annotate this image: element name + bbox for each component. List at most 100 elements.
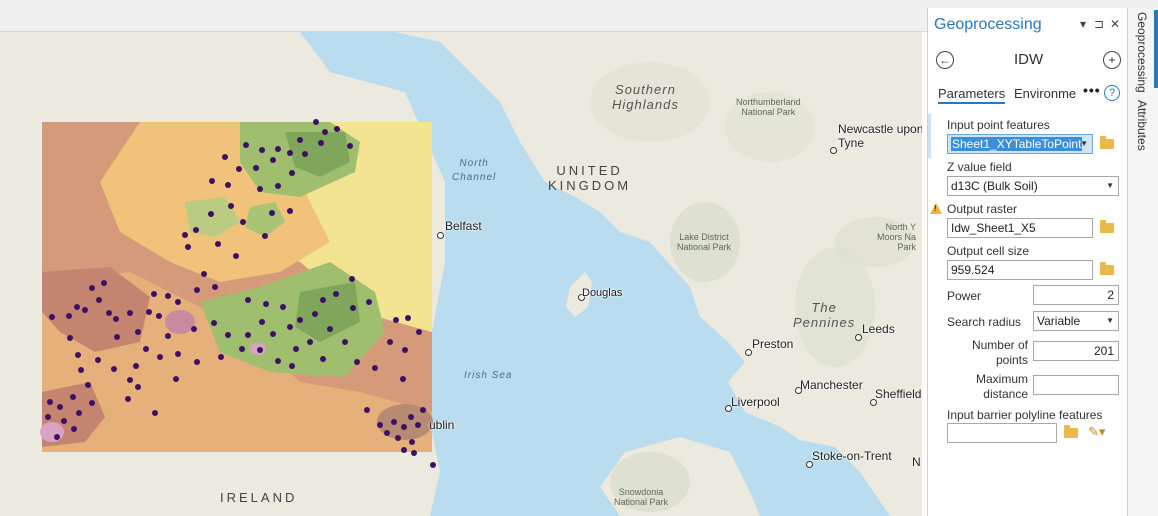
- label-stoke: Stoke-on-Trent: [812, 449, 892, 463]
- browse-folder-icon[interactable]: [1100, 136, 1114, 149]
- label-southern-highlands-line1: Southern: [615, 82, 676, 97]
- number-of-points-label: Number of points: [964, 338, 1028, 368]
- power-label: Power: [947, 289, 982, 303]
- maximum-distance-input[interactable]: [1033, 375, 1119, 395]
- label-snowdonia-line2: National Park: [614, 497, 669, 507]
- browse-folder-icon[interactable]: [1100, 262, 1114, 275]
- label-leeds: Leeds: [862, 322, 895, 336]
- label-north-york-line3: Park: [897, 242, 917, 252]
- label-north-york-moors: North Y Moors Na Park: [877, 222, 916, 252]
- label-n-partial: N: [912, 455, 921, 469]
- input-barrier-input[interactable]: [947, 423, 1057, 443]
- more-options-icon[interactable]: •••: [1083, 82, 1101, 98]
- dock-tab-attributes[interactable]: Attributes: [1135, 100, 1149, 151]
- label-north-york-line2: Moors Na: [877, 232, 917, 242]
- search-radius-label: Search radius: [947, 315, 1022, 329]
- label-liverpool: Liverpool: [731, 395, 780, 409]
- label-northumberland: Northumberland National Park: [736, 97, 801, 117]
- number-of-points-input[interactable]: 201: [1033, 341, 1119, 361]
- label-pennines-line1: The: [811, 300, 837, 315]
- preston-marker: [745, 349, 752, 356]
- output-cell-size-value: 959.524: [951, 263, 995, 277]
- idw-raster: [40, 122, 433, 452]
- label-pennines-line2: Pennines: [793, 315, 856, 330]
- power-input[interactable]: 2: [1033, 285, 1119, 305]
- power-value: 2: [1107, 288, 1114, 302]
- add-plus-icon[interactable]: +: [1103, 51, 1121, 69]
- help-icon[interactable]: ?: [1104, 85, 1120, 101]
- maximum-distance-label-line2: distance: [983, 387, 1028, 401]
- chevron-down-icon[interactable]: ▼: [1080, 135, 1088, 153]
- label-north-york-line1: North Y: [885, 222, 917, 232]
- sketch-pencil-icon[interactable]: ✎▾: [1088, 424, 1105, 440]
- search-radius-value: Variable: [1037, 314, 1081, 328]
- label-north-channel-line2: Channel: [452, 172, 497, 183]
- chevron-down-icon[interactable]: ▼: [1106, 177, 1114, 195]
- browse-folder-icon[interactable]: [1100, 220, 1114, 233]
- leeds-marker: [855, 334, 862, 341]
- label-ireland: IRELAND: [220, 490, 298, 505]
- right-dock-tabs: Geoprocessing Attributes: [1127, 8, 1158, 516]
- label-lake-district-line1: Lake District: [679, 232, 729, 242]
- label-southern-highlands: Southern Highlands: [612, 82, 679, 112]
- dock-tab-geoprocessing[interactable]: Geoprocessing: [1135, 12, 1149, 93]
- label-belfast: Belfast: [445, 219, 482, 233]
- pane-pin-icon[interactable]: ⊐: [1094, 17, 1104, 31]
- output-raster-value: Idw_Sheet1_X5: [951, 221, 1036, 235]
- label-northumberland-line1: Northumberland: [736, 97, 801, 107]
- label-pennines: The Pennines: [793, 300, 855, 330]
- maximum-distance-label: Maximum distance: [964, 372, 1028, 402]
- z-value-field-select[interactable]: d13C (Bulk Soil) ▼: [947, 176, 1119, 196]
- pane-title: Geoprocessing: [934, 16, 1042, 33]
- label-united-kingdom: UNITED KINGDOM: [548, 163, 631, 193]
- newcastle-marker: [830, 147, 837, 154]
- browse-folder-icon[interactable]: [1064, 425, 1078, 438]
- label-newcastle-line2: Tyne: [838, 136, 865, 150]
- tool-header: ← IDW +: [928, 48, 1127, 74]
- active-tab-indicator: [1154, 10, 1158, 88]
- number-of-points-label-line1: Number of: [971, 338, 1028, 352]
- tab-environments[interactable]: Environme: [1014, 86, 1076, 101]
- chevron-down-icon[interactable]: ▼: [1106, 312, 1114, 330]
- map-view[interactable]: Belfast Douglas Newcastle upon Tyne Leed…: [0, 32, 922, 516]
- label-manchester: Manchester: [800, 378, 863, 392]
- back-arrow-icon[interactable]: ←: [936, 51, 954, 69]
- label-lake-district-line2: National Park: [677, 242, 732, 252]
- label-sheffield: Sheffield: [875, 387, 922, 401]
- input-barrier-label: Input barrier polyline features: [947, 408, 1103, 422]
- active-param-indicator: [928, 114, 931, 158]
- maximum-distance-label-line1: Maximum: [975, 372, 1028, 386]
- belfast-marker: [437, 232, 444, 239]
- label-northumberland-line2: National Park: [741, 107, 796, 117]
- pane-close-icon[interactable]: ✕: [1110, 17, 1120, 31]
- z-value-field-label: Z value field: [947, 160, 1012, 174]
- label-uk-line2: KINGDOM: [548, 178, 632, 193]
- label-snowdonia: Snowdonia National Park: [614, 487, 668, 507]
- warning-icon: !: [930, 203, 942, 214]
- label-uk-line1: UNITED: [556, 163, 623, 178]
- label-southern-highlands-line2: Highlands: [612, 97, 679, 112]
- output-cell-size-label: Output cell size: [947, 244, 1030, 258]
- label-north-channel-line1: North: [459, 158, 489, 169]
- label-snowdonia-line1: Snowdonia: [618, 487, 664, 497]
- input-point-features-value: Sheet1_XYTableToPoint: [951, 137, 1083, 151]
- label-preston: Preston: [752, 337, 794, 351]
- label-north-channel: North Channel: [452, 157, 496, 185]
- label-newcastle: Newcastle upon Tyne: [838, 122, 922, 150]
- geoprocessing-pane: Geoprocessing ▾ ⊐ ✕ ← IDW + Parameters E…: [927, 8, 1127, 516]
- input-point-features-label: Input point features: [947, 118, 1050, 132]
- number-of-points-label-line2: points: [995, 353, 1028, 367]
- output-cell-size-input[interactable]: 959.524: [947, 260, 1093, 280]
- z-value-field-value: d13C (Bulk Soil): [951, 179, 1038, 193]
- number-of-points-value: 201: [1093, 344, 1114, 358]
- label-dublin-partial: ublin: [429, 418, 455, 432]
- label-douglas: Douglas: [582, 287, 623, 299]
- search-radius-select[interactable]: Variable ▼: [1033, 311, 1119, 331]
- tool-name: IDW: [1014, 51, 1044, 68]
- output-raster-label: Output raster: [947, 202, 1018, 216]
- pane-options-dropdown-icon[interactable]: ▾: [1080, 17, 1086, 31]
- label-irish-sea: Irish Sea: [464, 370, 513, 381]
- tab-parameters[interactable]: Parameters: [938, 86, 1006, 104]
- output-raster-input[interactable]: Idw_Sheet1_X5: [947, 218, 1093, 238]
- input-point-features-select[interactable]: Sheet1_XYTableToPoint ▼: [947, 134, 1093, 154]
